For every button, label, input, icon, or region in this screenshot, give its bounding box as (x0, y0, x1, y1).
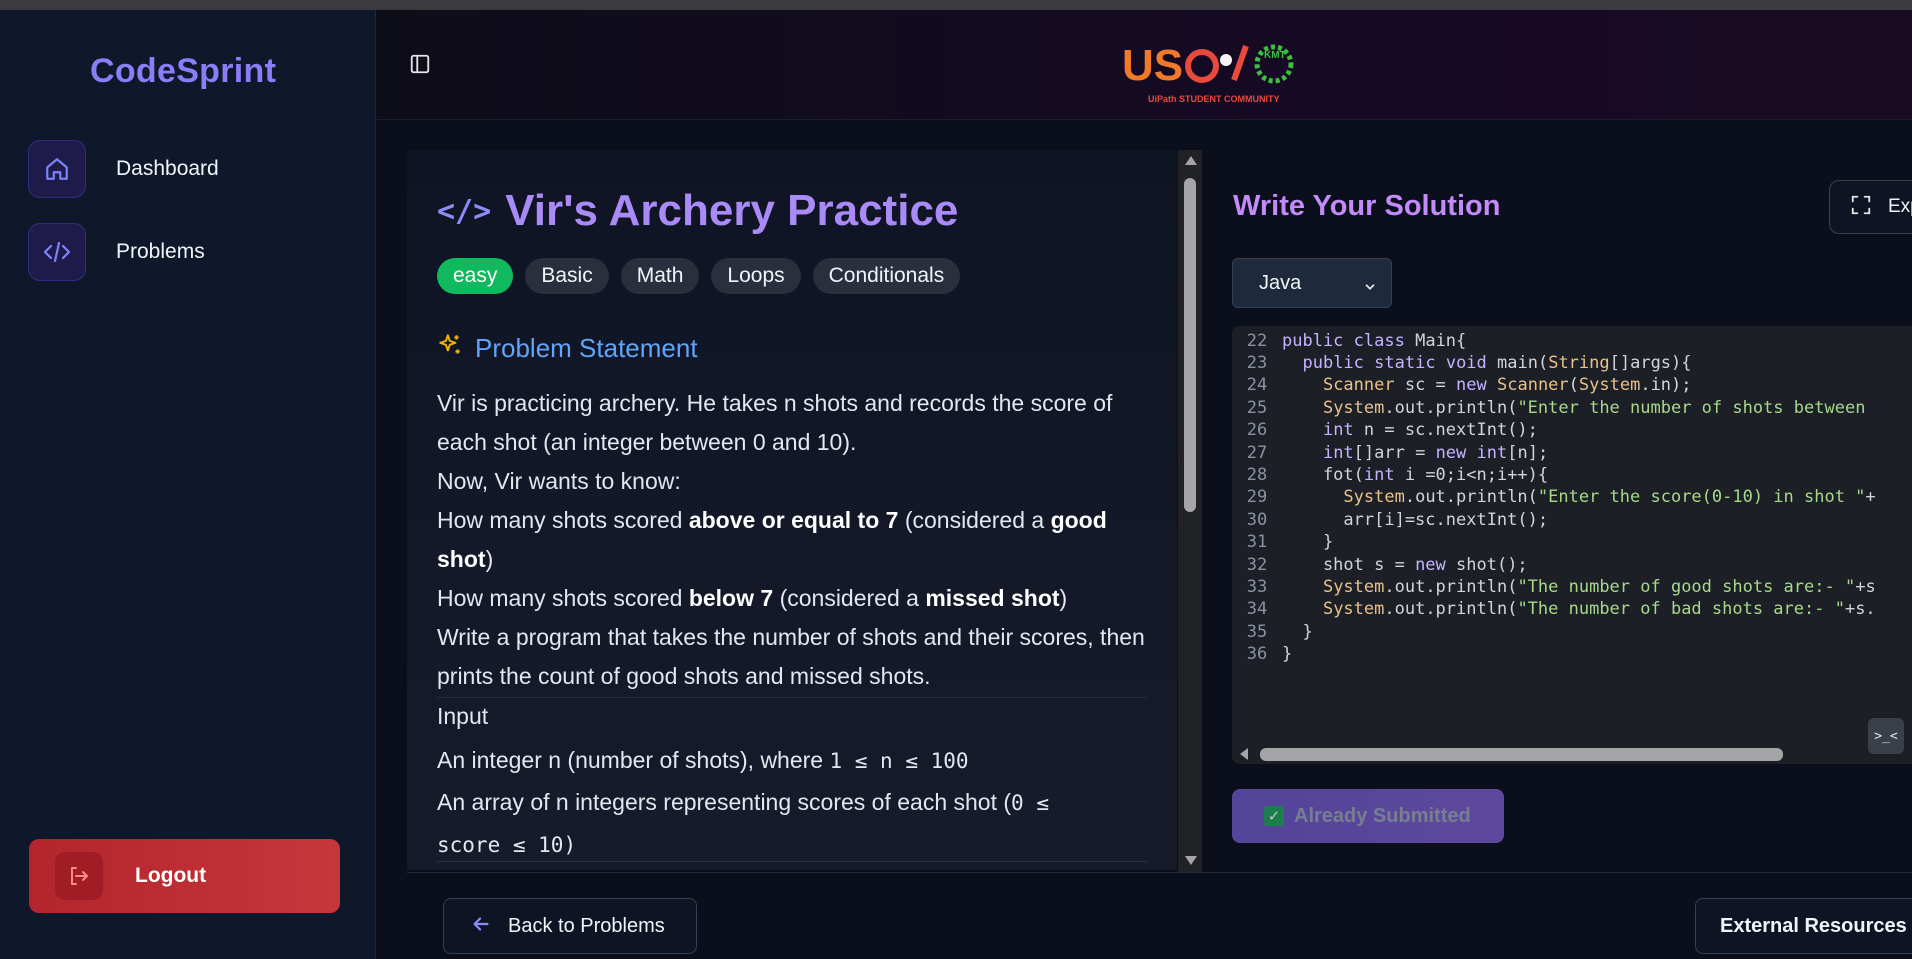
code-text: } (1282, 621, 1313, 642)
difficulty-badge: easy (437, 258, 514, 294)
external-resources-button[interactable]: External Resources (1695, 898, 1912, 954)
sparkles-icon (437, 332, 463, 365)
line-number: 35 (1246, 621, 1268, 642)
code-text: System.out.println("The number of good s… (1322, 576, 1876, 597)
scroll-thumb[interactable] (1184, 178, 1196, 512)
problem-title: Vir's Archery Practice (505, 186, 959, 235)
tag-basic: Basic (525, 258, 609, 294)
terminal-icon[interactable]: >_< (1868, 718, 1904, 754)
line-number: 34 (1246, 599, 1268, 620)
sidebar-item-label: Dashboard (116, 157, 219, 180)
sidebar-item-label: Problems (116, 240, 205, 263)
divider (437, 861, 1147, 862)
problem-panel: </> Vir's Archery Practice easy Basic Ma… (407, 150, 1177, 870)
tag-math: Math (620, 258, 700, 294)
code-text: Scanner sc = new Scanner(System.in); (1322, 375, 1692, 396)
line-number: 25 (1246, 397, 1268, 418)
line-number: 28 (1246, 464, 1268, 485)
scroll-up-arrow[interactable] (1185, 156, 1197, 165)
code-text: fot(int i =0;i<n;i++){ (1282, 464, 1549, 485)
external-label: External Resources (1720, 914, 1907, 937)
line-number: 22 (1246, 330, 1268, 351)
logout-label: Logout (135, 864, 207, 887)
sidebar-toggle-icon[interactable] (409, 53, 435, 79)
expand-button[interactable]: Exp (1829, 180, 1912, 234)
community-logo: US KMT UiPath STUDENT COMMUNITY (1122, 36, 1312, 106)
svg-text:UiPath STUDENT COMMUNITY: UiPath STUDENT COMMUNITY (1148, 94, 1280, 104)
statement-paragraph: How many shots scored above or equal to … (437, 507, 1107, 572)
language-value: Java (1259, 271, 1302, 294)
code-text: System.out.println("Enter the score(0-10… (1343, 487, 1876, 508)
code-icon: </> (437, 193, 492, 229)
input-line: An integer n (number of shots), where 1 … (437, 747, 969, 773)
divider (437, 697, 1147, 698)
svg-text:KMT: KMT (1264, 50, 1286, 61)
code-line[interactable]: 22 public class Main{ (1232, 327, 1912, 354)
expand-icon (1850, 194, 1872, 221)
line-number: 30 (1246, 509, 1268, 530)
input-line: An array of n integers representing scor… (437, 789, 1049, 815)
input-description: An integer n (number of shots), where 1 … (437, 740, 1147, 866)
editor-horizontal-scrollbar[interactable] (1232, 740, 1912, 764)
code-text: public class Main{ (1282, 330, 1467, 351)
statement-paragraph: Vir is practicing archery. He takes n sh… (437, 390, 1113, 455)
window-top-strip (0, 0, 1912, 10)
line-number: 32 (1246, 554, 1268, 575)
code-icon (28, 223, 86, 281)
code-text: System.out.println("Enter the number of … (1322, 397, 1866, 418)
code-text: public static void main(String[]args){ (1302, 352, 1692, 373)
back-label: Back to Problems (508, 914, 665, 937)
chevron-down-icon (1363, 277, 1377, 300)
tag-conditionals: Conditionals (812, 258, 961, 294)
top-header: US KMT UiPath STUDENT COMMUNITY (377, 10, 1912, 120)
input-heading: Input (437, 703, 489, 729)
problem-statement-heading: Problem Statement (437, 332, 698, 365)
statement-paragraph: Write a program that takes the number of… (437, 624, 1145, 689)
arrow-left-icon (470, 913, 492, 940)
section-title: Problem Statement (475, 333, 698, 363)
code-text: shot s = new shot(); (1282, 554, 1528, 575)
code-text: int[]arr = new int[n]; (1322, 442, 1549, 463)
scroll-down-arrow[interactable] (1185, 856, 1197, 865)
line-number: 26 (1246, 420, 1268, 441)
line-number: 33 (1246, 576, 1268, 597)
code-text: arr[i]=sc.nextInt(); (1282, 509, 1549, 530)
logout-button[interactable]: Logout (29, 839, 340, 913)
line-number: 29 (1246, 487, 1268, 508)
code-text: int n = sc.nextInt(); (1322, 420, 1538, 441)
line-number: 31 (1246, 532, 1268, 553)
problem-title-row: </> Vir's Archery Practice (437, 186, 958, 236)
scroll-left-arrow[interactable] (1240, 748, 1248, 760)
sidebar-item-problems[interactable]: Problems (28, 223, 348, 281)
tag-loops: Loops (711, 258, 801, 294)
back-to-problems-button[interactable]: Back to Problems (443, 898, 697, 954)
code-text: System.out.println("The number of bad sh… (1322, 599, 1876, 620)
already-submitted-button[interactable]: ✓ Already Submitted (1232, 789, 1504, 843)
solution-title: Write Your Solution (1233, 190, 1501, 222)
line-number: 36 (1246, 644, 1268, 665)
code-editor[interactable]: 36} 35 } 34 System.out.println("The number… (1232, 326, 1912, 764)
problem-scrollbar[interactable] (1178, 150, 1202, 872)
line-number: 24 (1246, 375, 1268, 396)
home-icon (28, 140, 86, 198)
sidebar: CodeSprint Dashboard Problems Logout (0, 10, 376, 959)
scroll-thumb[interactable] (1260, 748, 1783, 761)
problem-statement: Vir is practicing archery. He takes n sh… (437, 384, 1147, 696)
language-select[interactable]: Java (1232, 258, 1392, 308)
submit-label: Already Submitted (1294, 804, 1471, 827)
tag-list: easy Basic Math Loops Conditionals (437, 258, 961, 294)
brand-logo[interactable]: CodeSprint (90, 52, 276, 91)
statement-paragraph: How many shots scored below 7 (considere… (437, 585, 1068, 611)
line-number: 23 (1246, 352, 1268, 373)
code-text: } (1282, 532, 1334, 553)
check-icon: ✓ (1264, 806, 1284, 826)
svg-text:US: US (1122, 41, 1183, 90)
code-text: } (1282, 644, 1293, 665)
statement-paragraph: Now, Vir wants to know: (437, 468, 681, 494)
line-number: 27 (1246, 442, 1268, 463)
expand-label: Exp (1888, 196, 1912, 217)
sidebar-item-dashboard[interactable]: Dashboard (28, 140, 348, 198)
logout-icon (55, 852, 103, 900)
input-line: score ≤ 10) (437, 833, 577, 857)
